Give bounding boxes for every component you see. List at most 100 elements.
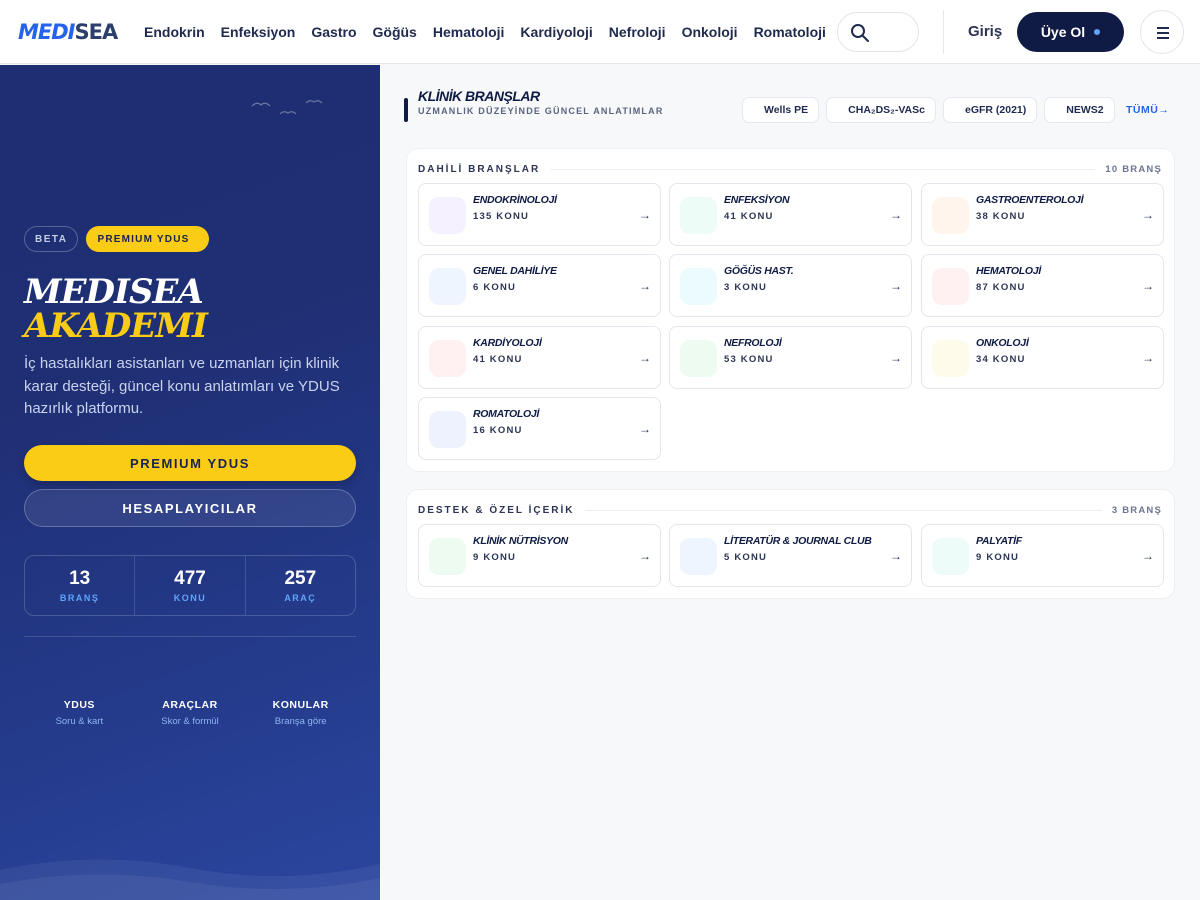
nav-item[interactable]: Enfeksiyon (221, 23, 296, 41)
nav-item[interactable]: Gastro (311, 23, 356, 41)
section-title: KLİNİK BRANŞLAR (418, 88, 540, 104)
branch-topic-count: 135 KONU (473, 211, 530, 222)
quick-tool-chip[interactable]: CHA₂DS₂-VASc (826, 97, 936, 123)
branch-topic-count: 16 KONU (473, 425, 523, 436)
section-subtitle: UZMANLIK DÜZEYİNDE GÜNCEL ANLATIMLAR (418, 106, 664, 116)
feature-title: ARAÇLAR (162, 699, 218, 711)
quick-tool-chip[interactable]: Wells PE (742, 97, 820, 123)
stat-label: ARAÇ (284, 593, 317, 603)
arrow-right-icon: → (639, 422, 651, 436)
branch-icon (680, 268, 717, 305)
nav-item[interactable]: Romatoloji (754, 23, 826, 41)
menu-button[interactable] (1140, 10, 1184, 54)
nav-item[interactable]: Nefroloji (609, 23, 666, 41)
quick-tool-chip[interactable]: NEWS2 (1044, 97, 1115, 123)
nav-item[interactable]: Kardiyoloji (520, 23, 592, 41)
branch-card[interactable]: GASTROENTEROLOJİ 38 KONU → (921, 183, 1164, 246)
search-button[interactable] (837, 12, 919, 52)
calculators-button[interactable]: HESAPLAYICILAR (24, 489, 356, 527)
panel-title: DESTEK & ÖZEL İÇERİK (418, 504, 575, 516)
branch-name: ONKOLOJİ (976, 337, 1029, 349)
branch-name: HEMATOLOJİ (976, 265, 1041, 277)
stat-value: 257 (284, 568, 317, 589)
branch-icon (680, 538, 717, 575)
premium-ydus-button[interactable]: PREMIUM YDUS (24, 445, 356, 481)
nav-item[interactable]: Endokrin (144, 23, 205, 41)
branch-card[interactable]: GÖĞÜS HAST. 3 KONU → (669, 254, 912, 317)
signup-button[interactable]: Üye Ol (1017, 12, 1124, 52)
hero-divider (24, 636, 356, 637)
quick-tool-chip[interactable]: eGFR (2021) (942, 97, 1038, 123)
beta-badge: BETA (24, 226, 79, 252)
arrow-right-icon: → (890, 279, 902, 293)
branch-name: PALYATİF (976, 535, 1022, 547)
arrow-right-icon: → (639, 279, 651, 293)
logo[interactable]: MEDISEA (18, 20, 118, 44)
branch-name: NEFROLOJİ (724, 337, 782, 349)
logo-part1: MEDI (18, 20, 75, 44)
all-tools-link[interactable]: TÜMÜ→ (1126, 104, 1169, 116)
branch-name: GASTROENTEROLOJİ (976, 194, 1084, 206)
panel-rule (584, 509, 1102, 511)
feature-subtitle: Skor & formül (161, 716, 219, 727)
branch-topic-count: 6 KONU (473, 282, 517, 293)
branch-icon (680, 340, 717, 377)
branch-icon (429, 538, 466, 575)
branch-topic-count: 41 KONU (473, 354, 523, 365)
branch-topic-count: 9 KONU (473, 552, 517, 563)
branch-card[interactable]: ROMATOLOJİ 16 KONU → (418, 397, 661, 460)
birds-illustration (251, 100, 323, 115)
stat-value: 13 (69, 568, 91, 589)
branch-topic-count: 9 KONU (976, 552, 1020, 563)
nav-item[interactable]: Onkoloji (682, 23, 738, 41)
feature-tools[interactable]: ARAÇLAR Skor & formül (135, 699, 246, 727)
branch-card[interactable]: GENEL DAHİLİYE 6 KONU → (418, 254, 661, 317)
branch-icon (932, 340, 969, 377)
arrow-right-icon: → (1142, 279, 1154, 293)
hamburger-icon (1157, 27, 1169, 29)
badge-row: BETA PREMIUM YDUS (24, 226, 209, 252)
branch-card[interactable]: KLİNİK NÜTRİSYON 9 KONU → (418, 524, 661, 587)
arrow-right-icon: → (1142, 351, 1154, 365)
branch-card[interactable]: LİTERATÜR & JOURNAL CLUB 5 KONU → (669, 524, 912, 587)
panel-title: DAHİLİ BRANŞLAR (418, 163, 541, 175)
branch-icon (429, 268, 466, 305)
branch-card[interactable]: ENDOKRİNOLOJİ 135 KONU → (418, 183, 661, 246)
branch-card[interactable]: KARDİYOLOJİ 41 KONU → (418, 326, 661, 389)
top-header: MEDISEA Endokrin Enfeksiyon Gastro Göğüs… (0, 0, 1200, 64)
branch-card[interactable]: ENFEKSİYON 41 KONU → (669, 183, 912, 246)
intro-text: İç hastalıkları asistanları ve uzmanları… (24, 355, 340, 417)
panel-count: 3 BRANŞ (1111, 504, 1162, 516)
branch-icon (932, 197, 969, 234)
feature-topics[interactable]: KONULAR Branşa göre (245, 699, 356, 727)
branch-card[interactable]: HEMATOLOJİ 87 KONU → (921, 254, 1164, 317)
branch-card[interactable]: NEFROLOJİ 53 KONU → (669, 326, 912, 389)
section-accent-bar (404, 98, 408, 122)
feature-title: KONULAR (272, 699, 329, 711)
arrow-right-icon: → (890, 549, 902, 563)
branch-name: ROMATOLOJİ (473, 408, 540, 420)
branch-icon (429, 411, 466, 448)
branch-name: GÖĞÜS HAST. (724, 265, 794, 277)
nav-item[interactable]: Göğüs (373, 23, 417, 41)
login-link[interactable]: Giriş (968, 23, 1002, 40)
support-content-panel: DESTEK & ÖZEL İÇERİK 3 BRANŞ KLİNİK NÜTR… (406, 489, 1175, 599)
branch-icon (932, 268, 969, 305)
feature-row: YDUS Soru & kart ARAÇLAR Skor & formül K… (24, 699, 356, 727)
feature-ydus[interactable]: YDUS Soru & kart (24, 699, 135, 727)
arrow-right-icon: → (639, 351, 651, 365)
panel-rule (550, 168, 1096, 170)
brand-title-line2: AKADEMI (24, 306, 208, 346)
branch-name: KLİNİK NÜTRİSYON (473, 535, 568, 547)
premium-badge: PREMIUM YDUS (86, 226, 209, 252)
panel-header: DESTEK & ÖZEL İÇERİK 3 BRANŞ (418, 503, 1162, 517)
stat-item: 13 BRANŞ (25, 556, 136, 615)
branch-card[interactable]: ONKOLOJİ 34 KONU → (921, 326, 1164, 389)
panel-count: 10 BRANŞ (1105, 163, 1162, 175)
branch-card[interactable]: PALYATİF 9 KONU → (921, 524, 1164, 587)
stat-label: BRANŞ (59, 593, 100, 603)
arrow-right-icon: → (1142, 208, 1154, 222)
nav-item[interactable]: Hematoloji (433, 23, 505, 41)
branch-name: LİTERATÜR & JOURNAL CLUB (724, 535, 872, 547)
stats-box: 13 BRANŞ 477 KONU 257 ARAÇ (24, 555, 356, 616)
